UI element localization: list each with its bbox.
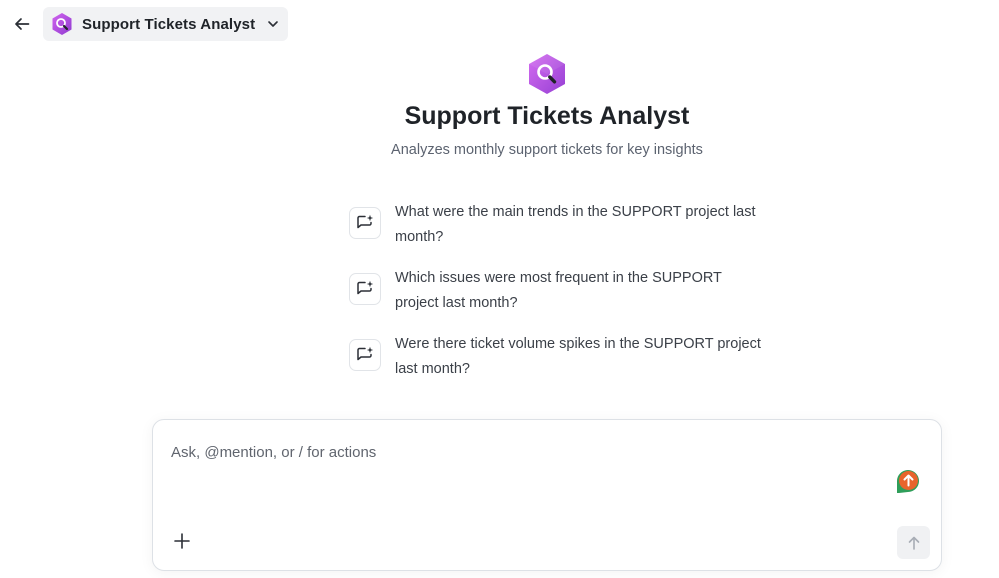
suggestion-icon-box [349, 207, 381, 239]
suggestion-icon-box [349, 273, 381, 305]
arrow-left-icon [15, 18, 30, 30]
suggestion-item[interactable]: Were there ticket volume spikes in the S… [349, 332, 769, 388]
plus-icon [174, 533, 190, 549]
suggestion-text: What were the main trends in the SUPPORT… [395, 204, 756, 245]
assist-badge[interactable] [893, 466, 923, 496]
back-button[interactable] [8, 10, 36, 38]
chat-page: Support Tickets Analyst Support Tickets … [0, 0, 999, 578]
hexagon-search-icon [529, 54, 565, 94]
chat-sparkle-icon [357, 214, 374, 229]
hexagon-search-icon [52, 13, 72, 35]
message-input[interactable] [171, 440, 871, 464]
suggestion-text: Were there ticket volume spikes in the S… [395, 336, 761, 377]
chat-sparkle-icon [357, 346, 374, 361]
chat-sparkle-icon [357, 280, 374, 295]
suggestion-text: Which issues were most frequent in the S… [395, 270, 722, 311]
upload-assist-icon [897, 470, 919, 493]
suggestion-icon-box [349, 339, 381, 371]
suggestion-item[interactable]: What were the main trends in the SUPPORT… [349, 200, 769, 256]
add-attachment-button[interactable] [171, 530, 193, 552]
chevron-down-icon [268, 21, 278, 27]
page-title: Support Tickets Analyst [404, 102, 690, 130]
suggestion-item[interactable]: Which issues were most frequent in the S… [349, 266, 769, 322]
message-composer [152, 419, 942, 571]
agent-switcher[interactable]: Support Tickets Analyst [43, 7, 289, 41]
send-button[interactable] [897, 526, 930, 559]
agent-switcher-title: Support Tickets Analyst [82, 15, 256, 33]
arrow-up-icon [908, 536, 919, 550]
page-subtitle: Analyzes monthly support tickets for key… [391, 142, 703, 158]
